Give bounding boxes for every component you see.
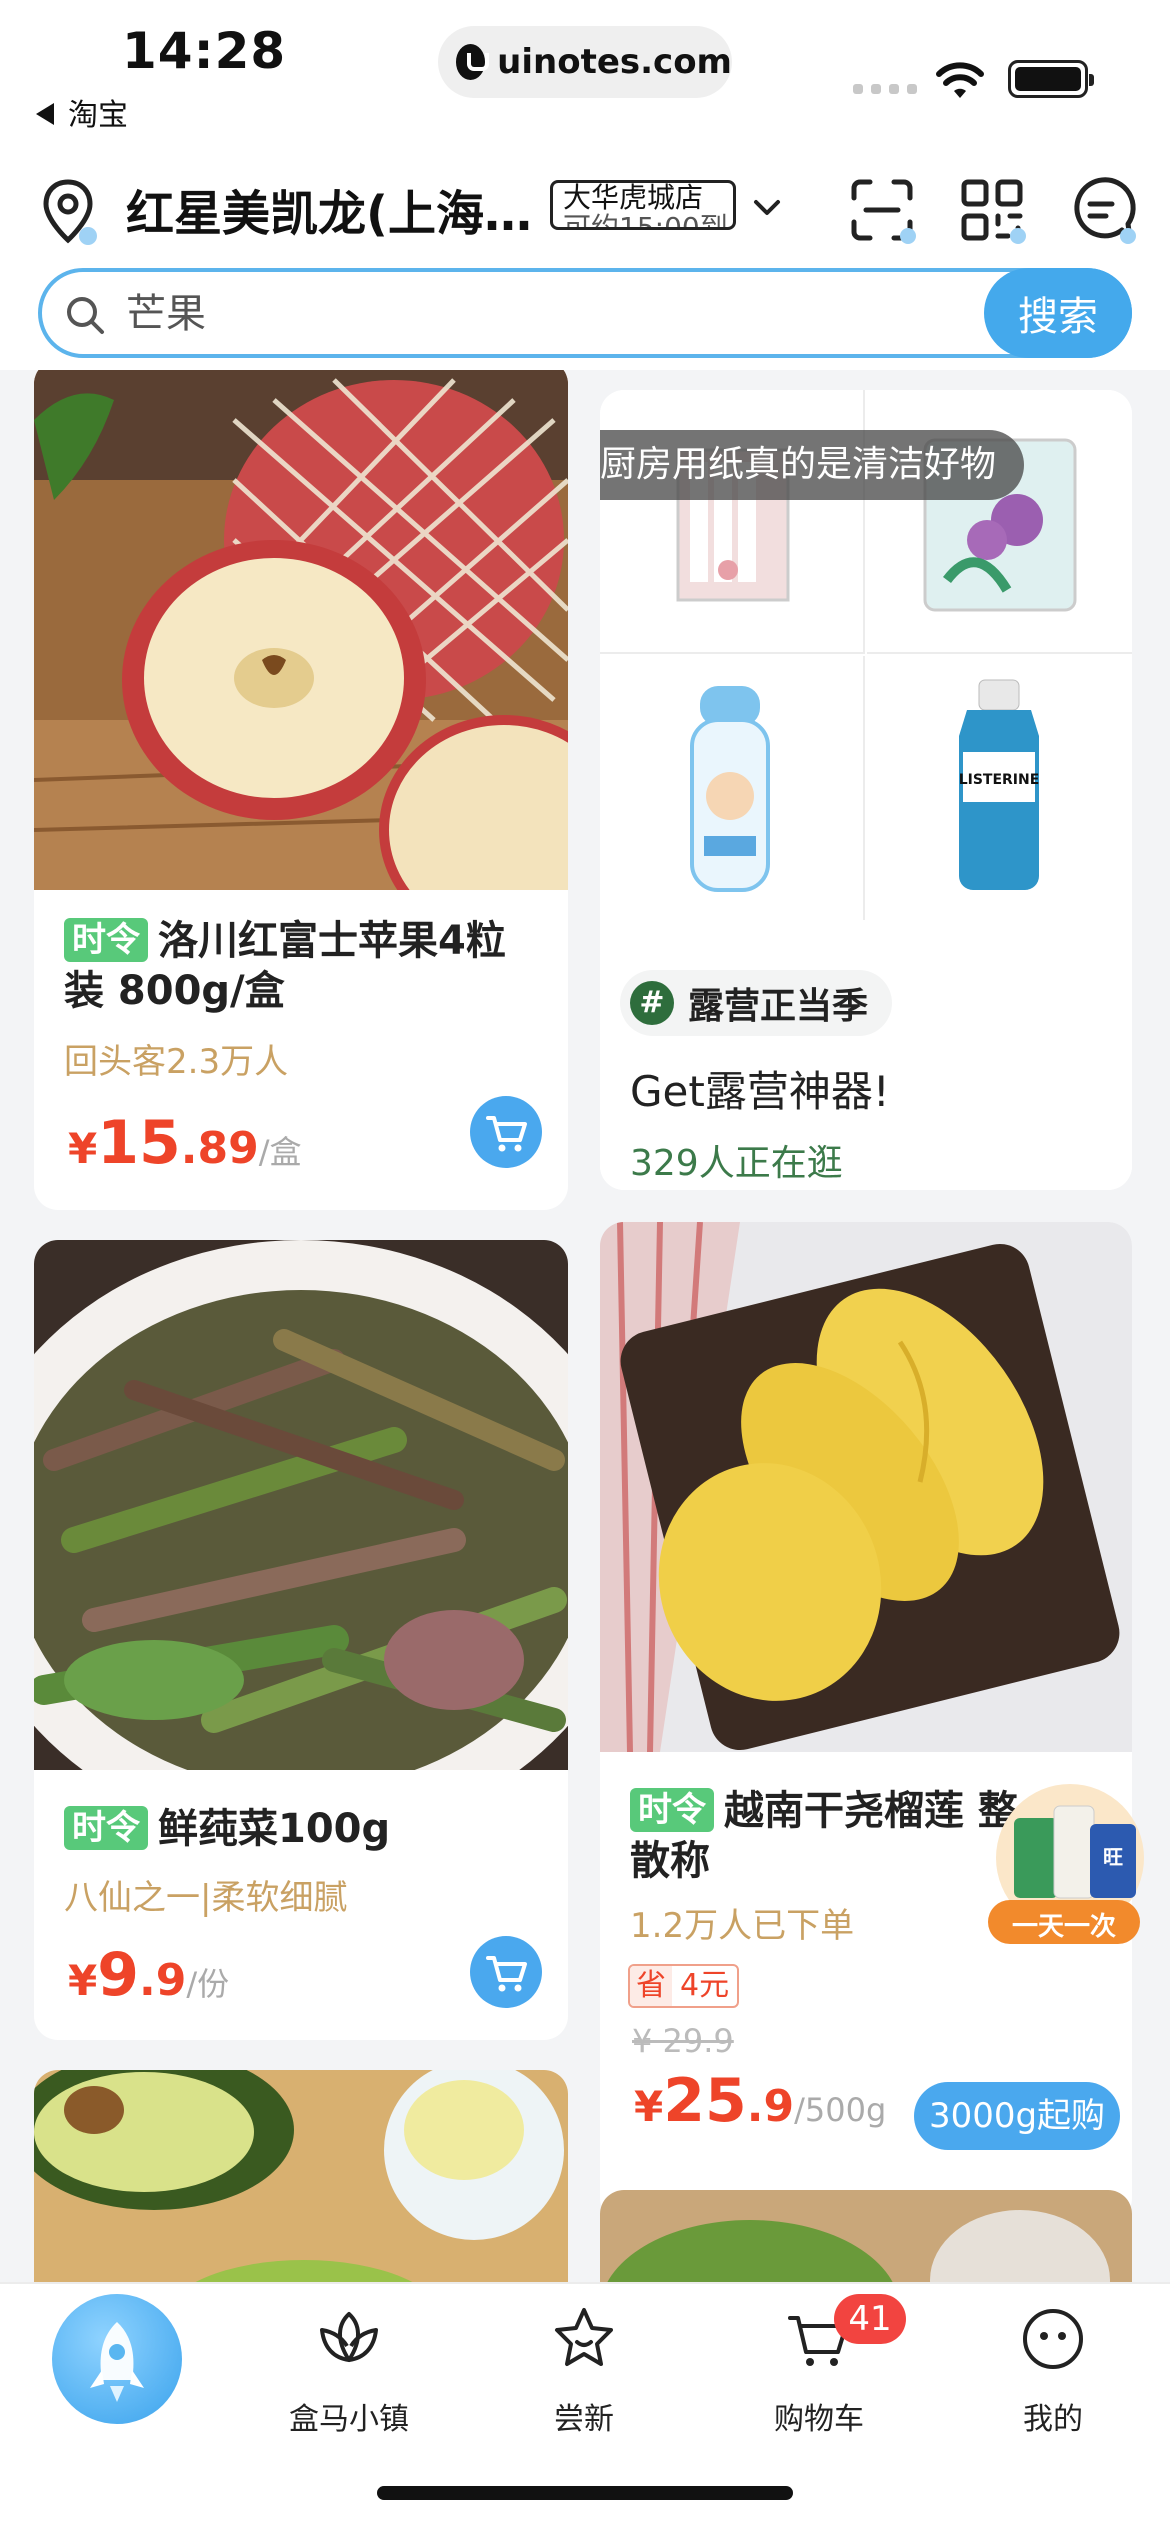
durian-product-image — [600, 1222, 1132, 1752]
tab-label: 尝新 — [554, 2402, 614, 2437]
tab-try-new[interactable]: 尝新 — [489, 2284, 679, 2454]
seasonal-tag: 时令 — [630, 1788, 714, 1832]
promo-title: Get露营神器! — [630, 1067, 890, 1116]
status-bar: 14:28 淘宝 uinotes.com — [0, 0, 1170, 150]
currency-symbol: ¥ — [68, 1956, 98, 2005]
currency-symbol: ¥ — [634, 2082, 664, 2131]
price-integer: 15 — [97, 1108, 181, 1178]
product-subtitle: 1.2万人已下单 — [630, 1906, 855, 1946]
price-decimal: .9 — [746, 2081, 795, 2132]
profile-face-icon — [1023, 2309, 1083, 2369]
product-title: 时令 洛川红富士苹果4粒装 800g/盒 — [64, 916, 544, 1016]
cart-icon — [486, 1116, 527, 1152]
location-pin-icon[interactable] — [38, 176, 104, 248]
store-delivery-badge[interactable]: 大华虎城店 可约15:00到 — [550, 180, 736, 230]
price-integer: 25 — [663, 2066, 747, 2136]
star-face-icon — [555, 2308, 613, 2366]
battery-icon — [1008, 60, 1094, 98]
listerine-label: LISTERINE — [959, 772, 1040, 788]
price-decimal: .9 — [138, 1955, 187, 2006]
product-title: 时令 鲜莼菜100g — [64, 1804, 390, 1854]
product-card-durian[interactable]: 时令 越南干尧榴莲 整 散称 1.2万人已下单 省 4元 ¥ 29.9 ¥25.9/… — [600, 1222, 1132, 2222]
seasonal-tag: 时令 — [64, 918, 148, 962]
status-time: 14:28 — [122, 22, 287, 80]
floating-badge-label: 一天一次 — [1011, 1912, 1116, 1942]
svg-text:旺: 旺 — [1103, 1845, 1123, 1869]
chevron-down-icon[interactable] — [752, 192, 782, 222]
promo-ticker[interactable]: 厨房用纸真的是清洁好物 — [600, 430, 1025, 500]
home-rocket-button[interactable] — [52, 2294, 182, 2424]
price-unit: /盒 — [258, 1133, 302, 1171]
url-pill[interactable]: uinotes.com — [438, 26, 732, 98]
lotus-icon — [320, 2312, 378, 2362]
promo-item-image: LISTERINE — [867, 656, 1132, 920]
tab-mine[interactable]: 我的 — [958, 2284, 1148, 2454]
cart-count-badge: 41 — [834, 2294, 906, 2344]
home-indicator — [377, 2486, 793, 2500]
currency-symbol: ¥ — [68, 1124, 98, 1173]
next-product-image — [600, 2190, 1132, 2282]
seasonal-tag: 时令 — [64, 1806, 148, 1850]
add-to-cart-button[interactable] — [470, 1936, 542, 2008]
original-price: ¥ 29.9 — [632, 2022, 734, 2060]
product-feed[interactable]: 时令 洛川红富士苹果4粒装 800g/盒 回头客2.3万人 ¥15.89/盒 L… — [0, 370, 1170, 2282]
product-card-apple[interactable]: 时令 洛川红富士苹果4粒装 800g/盒 回头客2.3万人 ¥15.89/盒 — [34, 370, 568, 1210]
cellular-signal-icon — [853, 84, 917, 94]
min-order-button[interactable]: 3000g起购 — [914, 2082, 1120, 2150]
water-shield-product-image — [34, 1240, 568, 1770]
saving-amount: 4元 — [680, 1968, 730, 2003]
apple-product-image — [34, 370, 568, 890]
qr-code-icon[interactable] — [956, 174, 1028, 246]
saving-label: 省 — [630, 1966, 672, 2006]
back-arrow-icon — [36, 102, 54, 125]
product-price: ¥25.9/500g — [634, 2066, 886, 2136]
avocado-product-image — [34, 2070, 568, 2282]
message-icon[interactable] — [1066, 174, 1138, 246]
price-unit: /500g — [794, 2091, 887, 2129]
price-decimal: .89 — [180, 1123, 259, 1174]
store-branch-label: 大华虎城店 — [563, 181, 704, 214]
promo-item-image — [600, 656, 865, 920]
scan-icon[interactable] — [846, 174, 918, 246]
back-app-label: 淘宝 — [68, 98, 128, 133]
store-name[interactable]: 红星美凯龙(上海… — [126, 174, 536, 244]
promo-card-camping[interactable]: LISTERINE 厨房用纸真的是清洁好物 # 露营正当季 Get露营神器! 32… — [600, 390, 1132, 1190]
search-input[interactable] — [126, 284, 926, 344]
topic-tag[interactable]: # 露营正当季 — [620, 970, 893, 1036]
add-to-cart-button[interactable] — [470, 1096, 542, 1168]
product-title-text: 鲜莼菜100g — [158, 1806, 391, 1852]
back-to-app-link[interactable]: 淘宝 — [36, 90, 128, 134]
store-delivery-time: 可约15:00到 — [563, 211, 728, 230]
tab-label: 盒马小镇 — [289, 2402, 409, 2437]
product-card-next[interactable] — [600, 2190, 1132, 2282]
wifi-icon — [936, 62, 984, 98]
product-card-water-shield[interactable]: 时令 鲜莼菜100g 八仙之一|柔软细腻 ¥9.9/份 — [34, 1240, 568, 2040]
product-subtitle: 八仙之一|柔软细腻 — [64, 1878, 348, 1918]
tab-cart[interactable]: 41 购物车 — [724, 2284, 914, 2454]
saving-badge: 省 4元 — [628, 1964, 740, 2008]
topic-label: 露营正当季 — [688, 986, 869, 1027]
promo-browsing-count: 329人正在逛 — [630, 1143, 843, 1184]
product-price: ¥15.89/盒 — [68, 1108, 301, 1178]
tab-hema-town[interactable]: 盒马小镇 — [254, 2284, 444, 2454]
product-subtitle: 回头客2.3万人 — [64, 1042, 289, 1082]
app-header: 红星美凯龙(上海… 大华虎城店 可约15:00到 搜索 — [0, 150, 1170, 370]
price-unit: /份 — [186, 1965, 230, 2003]
rocket-icon — [90, 2322, 144, 2402]
search-icon — [67, 297, 104, 334]
url-text: uinotes.com — [497, 42, 732, 82]
tab-label: 我的 — [1023, 2402, 1083, 2437]
site-logo-icon — [456, 44, 490, 80]
product-price: ¥9.9/份 — [68, 1940, 229, 2010]
product-card-avocado[interactable] — [34, 2070, 568, 2282]
cart-icon — [486, 1956, 527, 1992]
hashtag-icon: # — [630, 981, 674, 1025]
search-bar[interactable]: 搜索 — [38, 268, 1132, 358]
price-integer: 9 — [97, 1940, 139, 2010]
search-button[interactable]: 搜索 — [984, 268, 1132, 358]
floating-promo-widget[interactable]: 旺 一天一次 — [980, 1784, 1146, 1952]
tab-label: 购物车 — [774, 2402, 864, 2437]
